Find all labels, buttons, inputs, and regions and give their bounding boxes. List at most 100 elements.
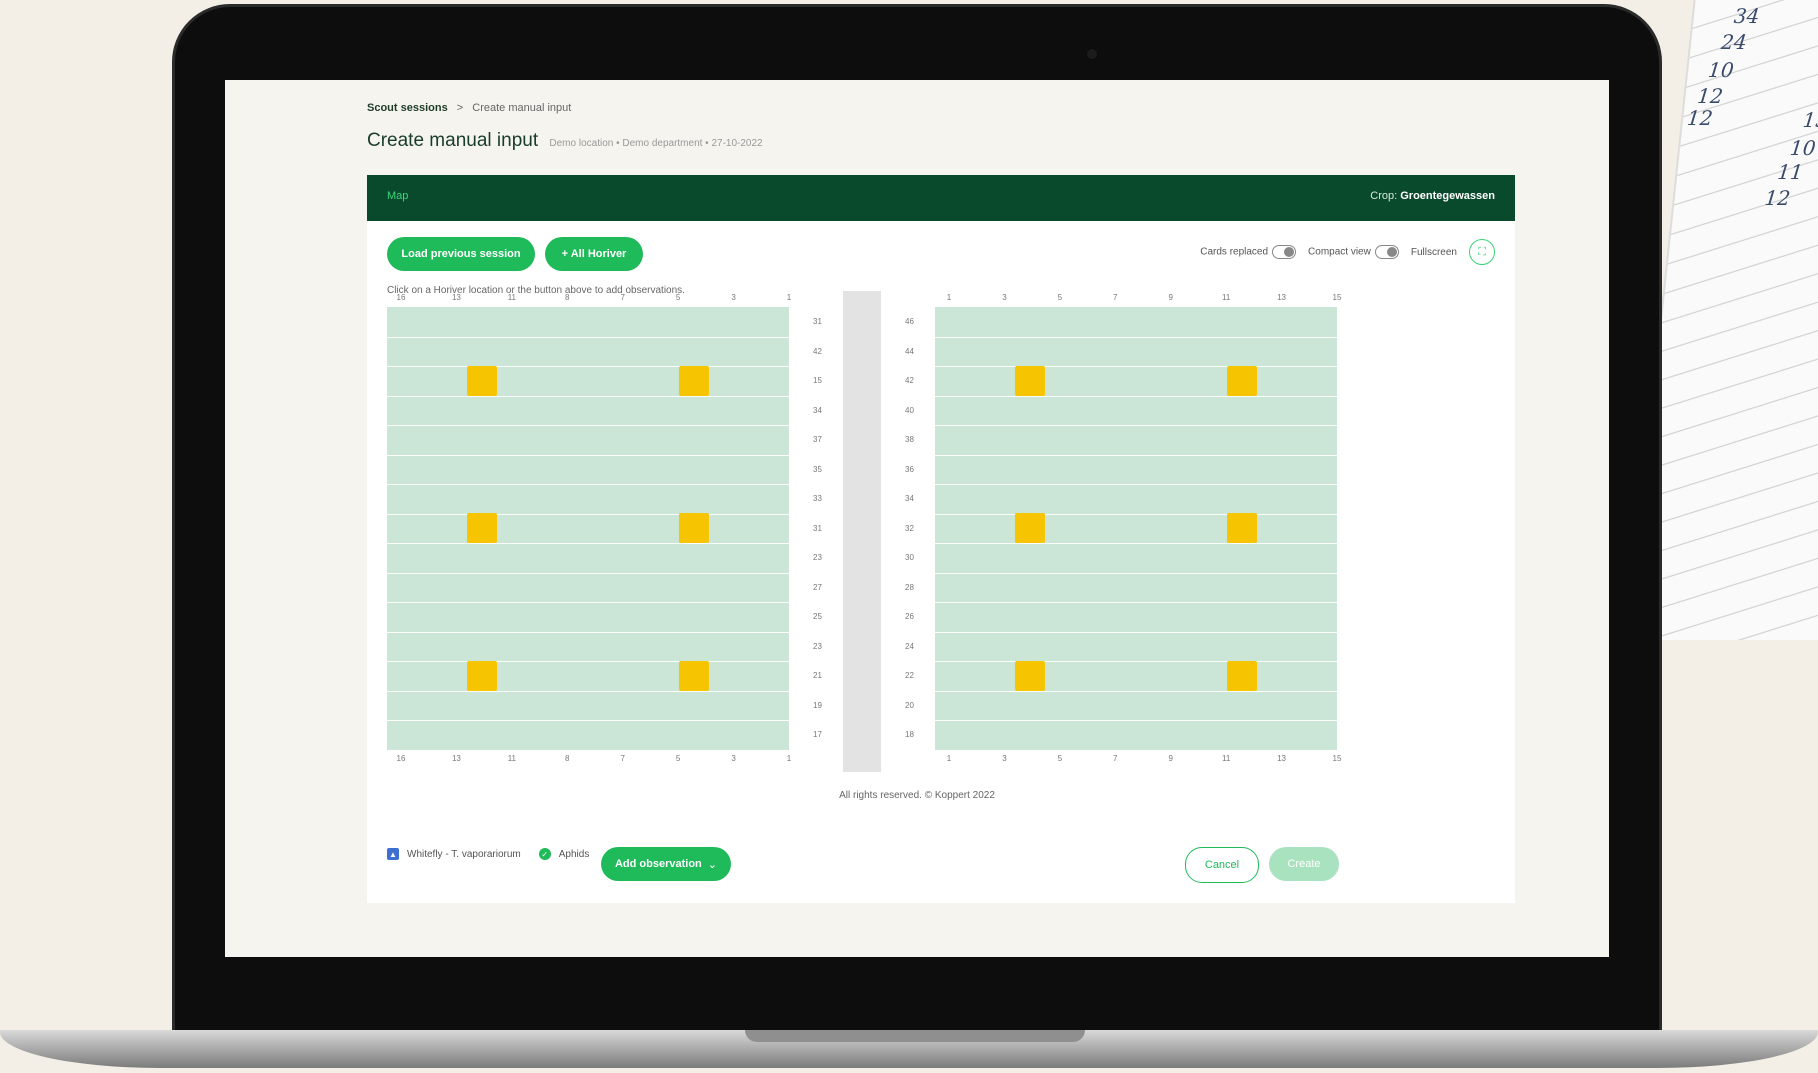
scribble: 12 bbox=[1696, 84, 1725, 108]
horiver-trap-marker[interactable] bbox=[467, 365, 497, 396]
row-divider bbox=[387, 395, 789, 397]
column-label: 5 bbox=[675, 753, 681, 763]
row-divider bbox=[935, 631, 1337, 633]
horiver-trap-marker[interactable] bbox=[467, 660, 497, 691]
create-button[interactable]: Create bbox=[1269, 847, 1339, 881]
path-number: 38 bbox=[884, 426, 935, 453]
greenhouse-section-right[interactable] bbox=[935, 307, 1337, 750]
column-label: 1 bbox=[946, 753, 952, 763]
column-label: 3 bbox=[731, 293, 736, 302]
column-label: 7 bbox=[620, 753, 625, 763]
load-previous-session-button[interactable]: Load previous session bbox=[387, 237, 535, 271]
row-divider bbox=[935, 690, 1337, 692]
cards-replaced-toggle[interactable]: Cards replaced bbox=[1200, 245, 1297, 259]
row-divider bbox=[387, 543, 789, 544]
row-divider bbox=[387, 631, 789, 633]
path-number: 34 bbox=[792, 396, 843, 424]
scribble: 12 bbox=[1763, 186, 1792, 210]
horiver-trap-marker[interactable] bbox=[467, 513, 497, 544]
path-number: 17 bbox=[792, 721, 843, 748]
scribble: 12 bbox=[1685, 106, 1714, 130]
column-label: 13 bbox=[1277, 293, 1287, 302]
row-divider bbox=[935, 720, 1337, 721]
scribble: 34 bbox=[1732, 4, 1761, 28]
column-label: 1 bbox=[786, 293, 792, 302]
row-divider bbox=[387, 366, 789, 367]
tab-map[interactable]: Map bbox=[387, 190, 408, 202]
path-number: 23 bbox=[792, 544, 843, 571]
row-divider bbox=[935, 454, 1337, 456]
scribble: 24 bbox=[1719, 30, 1748, 54]
row-divider bbox=[935, 425, 1337, 426]
horiver-trap-marker[interactable] bbox=[1227, 513, 1257, 544]
greenhouse-section-left[interactable] bbox=[387, 307, 789, 750]
row-divider bbox=[935, 513, 1337, 515]
fullscreen-toggle[interactable]: Fullscreen bbox=[1411, 247, 1457, 258]
laptop-notch bbox=[745, 1030, 1085, 1042]
path-number: 20 bbox=[884, 691, 935, 719]
fullscreen-label: Fullscreen bbox=[1410, 246, 1457, 258]
horiver-trap-marker[interactable] bbox=[1015, 513, 1045, 544]
column-label: 5 bbox=[1057, 293, 1063, 302]
column-label: 16 bbox=[396, 753, 406, 763]
horiver-trap-marker[interactable] bbox=[1015, 660, 1045, 691]
path-number: 21 bbox=[792, 662, 843, 689]
horiver-trap-marker[interactable] bbox=[679, 513, 709, 544]
add-observation-button[interactable]: Add observation ⌄ bbox=[601, 847, 731, 881]
camera bbox=[1087, 49, 1097, 59]
column-label: 1 bbox=[786, 753, 792, 763]
breadcrumb-parent-link[interactable]: Scout sessions bbox=[367, 102, 448, 114]
crop-value: Groentegewassen bbox=[1400, 190, 1495, 202]
row-divider bbox=[387, 425, 789, 426]
path-number: 42 bbox=[884, 367, 935, 394]
row-divider bbox=[387, 336, 789, 338]
path-number: 31 bbox=[792, 514, 843, 542]
scribble: 13 bbox=[1801, 108, 1818, 132]
column-label: 8 bbox=[565, 293, 570, 302]
path-number: 25 bbox=[792, 603, 843, 630]
path-number: 36 bbox=[884, 455, 935, 483]
chevron-down-icon: ⌄ bbox=[707, 858, 717, 871]
column-label: 7 bbox=[1113, 753, 1118, 763]
column-label: 3 bbox=[731, 753, 736, 763]
horiver-trap-marker[interactable] bbox=[1227, 365, 1257, 396]
path-number: 46 bbox=[884, 308, 935, 335]
column-label: 5 bbox=[675, 293, 681, 302]
legend-whitefly: Whitefly - T. vaporariorum bbox=[407, 848, 521, 860]
all-horiver-button[interactable]: + All Horiver bbox=[545, 237, 643, 271]
path-number: 22 bbox=[884, 662, 935, 689]
legend: ▲ Whitefly - T. vaporariorum ✓ Aphids bbox=[387, 848, 589, 860]
horiver-trap-marker[interactable] bbox=[1015, 365, 1045, 396]
horiver-trap-marker[interactable] bbox=[679, 660, 709, 691]
page-title-row: Create manual input Demo location • Demo… bbox=[367, 130, 763, 152]
row-divider bbox=[387, 572, 789, 574]
column-label: 11 bbox=[1221, 753, 1231, 763]
central-aisle bbox=[843, 291, 881, 772]
path-number: 40 bbox=[884, 396, 935, 424]
row-divider bbox=[935, 602, 1337, 603]
compact-view-label: Compact view bbox=[1308, 246, 1371, 258]
crop-indicator: Crop: Groentegewassen bbox=[1370, 190, 1495, 202]
add-observation-label: Add observation bbox=[614, 858, 702, 870]
horiver-trap-marker[interactable] bbox=[1227, 660, 1257, 691]
row-divider bbox=[387, 602, 789, 603]
column-label: 8 bbox=[565, 753, 570, 763]
path-number: 23 bbox=[792, 632, 843, 660]
column-label: 5 bbox=[1057, 753, 1063, 763]
toggle-switch-icon[interactable] bbox=[1374, 245, 1399, 259]
compact-view-toggle[interactable]: Compact view bbox=[1308, 245, 1399, 259]
shield-check-icon: ✓ bbox=[538, 848, 551, 860]
column-label: 1 bbox=[946, 293, 952, 302]
row-divider bbox=[387, 661, 789, 662]
cancel-button[interactable]: Cancel bbox=[1185, 847, 1259, 883]
row-divider bbox=[935, 366, 1337, 367]
column-label: 13 bbox=[451, 753, 461, 763]
column-label: 7 bbox=[1113, 293, 1118, 302]
horiver-trap-marker[interactable] bbox=[679, 365, 709, 396]
column-label: 15 bbox=[1332, 293, 1342, 302]
column-label: 11 bbox=[507, 293, 516, 302]
row-divider bbox=[387, 484, 789, 485]
fullscreen-icon[interactable]: ⛶ bbox=[1469, 239, 1495, 265]
toggle-switch-icon[interactable] bbox=[1272, 245, 1297, 259]
page-title: Create manual input bbox=[367, 130, 539, 151]
